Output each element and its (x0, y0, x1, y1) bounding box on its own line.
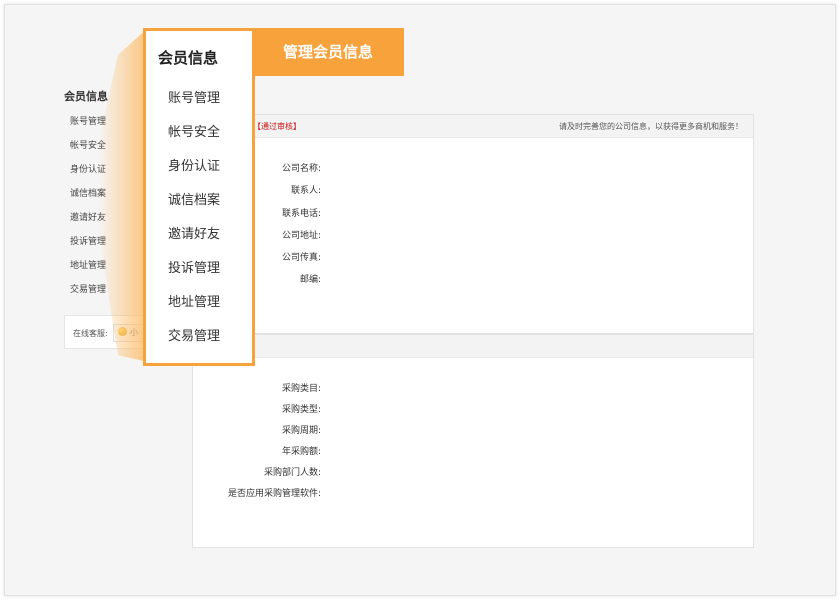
menu-item-trade[interactable]: 交易管理 (168, 325, 220, 359)
highlight-menu-list: 账号管理 帐号安全 身份认证 诚信档案 邀请好友 投诉管理 地址管理 交易管理 (168, 87, 220, 359)
field-phone: 联系电话: (281, 208, 321, 219)
purchase-fields: 采购类目: 采购类型: 采购周期: 年采购额: 采购部门人数: 是否应用采购管理… (228, 383, 321, 509)
purchase-panel-header: 理 (193, 335, 753, 358)
field-annual-purchase: 年采购额: (281, 447, 321, 457)
header-tab: 管理会员信息 (252, 28, 404, 76)
field-purchase-type: 采购类型: (281, 405, 321, 415)
field-company-name: 公司名称: (281, 164, 321, 174)
menu-item-credit[interactable]: 诚信档案 (168, 189, 220, 223)
company-info-panel: 理【通过审核】 请及时完善您的公司信息，以获得更多商机和服务！ 公司名称: 联系… (192, 114, 754, 334)
online-service-label: 在线客服: (73, 329, 108, 338)
sidebar-item-trade[interactable]: 交易管理 (70, 282, 106, 306)
highlight-menu-title: 会员信息 (158, 49, 219, 67)
company-panel-header: 理【通过审核】 请及时完善您的公司信息，以获得更多商机和服务！ (193, 115, 753, 138)
status-badge: 【通过审核】 (253, 122, 301, 131)
purchase-info-panel: 理 采购类目: 采购类型: 采购周期: 年采购额: 采购部门人数: 是否应用采购… (192, 334, 754, 548)
field-purchase-category: 采购类目: (281, 384, 321, 394)
menu-item-identity[interactable]: 身份认证 (168, 155, 220, 189)
field-department-size: 采购部门人数: (263, 468, 321, 478)
sidebar-item-address[interactable]: 地址管理 (70, 258, 106, 282)
field-fax: 公司传真: (281, 253, 321, 264)
sidebar-title: 会员信息 (64, 90, 108, 103)
menu-item-address[interactable]: 地址管理 (168, 291, 220, 325)
company-notice: 请及时完善您的公司信息，以获得更多商机和服务！ (559, 122, 743, 131)
company-fields: 公司名称: 联系人: 联系电话: 公司地址: 公司传真: 邮编: (282, 163, 321, 297)
menu-item-complaints[interactable]: 投诉管理 (168, 257, 220, 291)
field-purchase-cycle: 采购周期: (281, 426, 321, 436)
menu-item-account[interactable]: 账号管理 (168, 87, 220, 121)
highlight-menu: 会员信息 账号管理 帐号安全 身份认证 诚信档案 邀请好友 投诉管理 地址管理 … (143, 28, 255, 366)
field-uses-software: 是否应用采购管理软件: (227, 489, 321, 499)
menu-item-invite[interactable]: 邀请好友 (168, 223, 220, 257)
field-contact: 联系人: (290, 186, 321, 197)
field-address: 公司地址: (281, 230, 321, 241)
menu-item-security[interactable]: 帐号安全 (168, 121, 220, 155)
field-postcode: 邮编: (299, 275, 321, 286)
